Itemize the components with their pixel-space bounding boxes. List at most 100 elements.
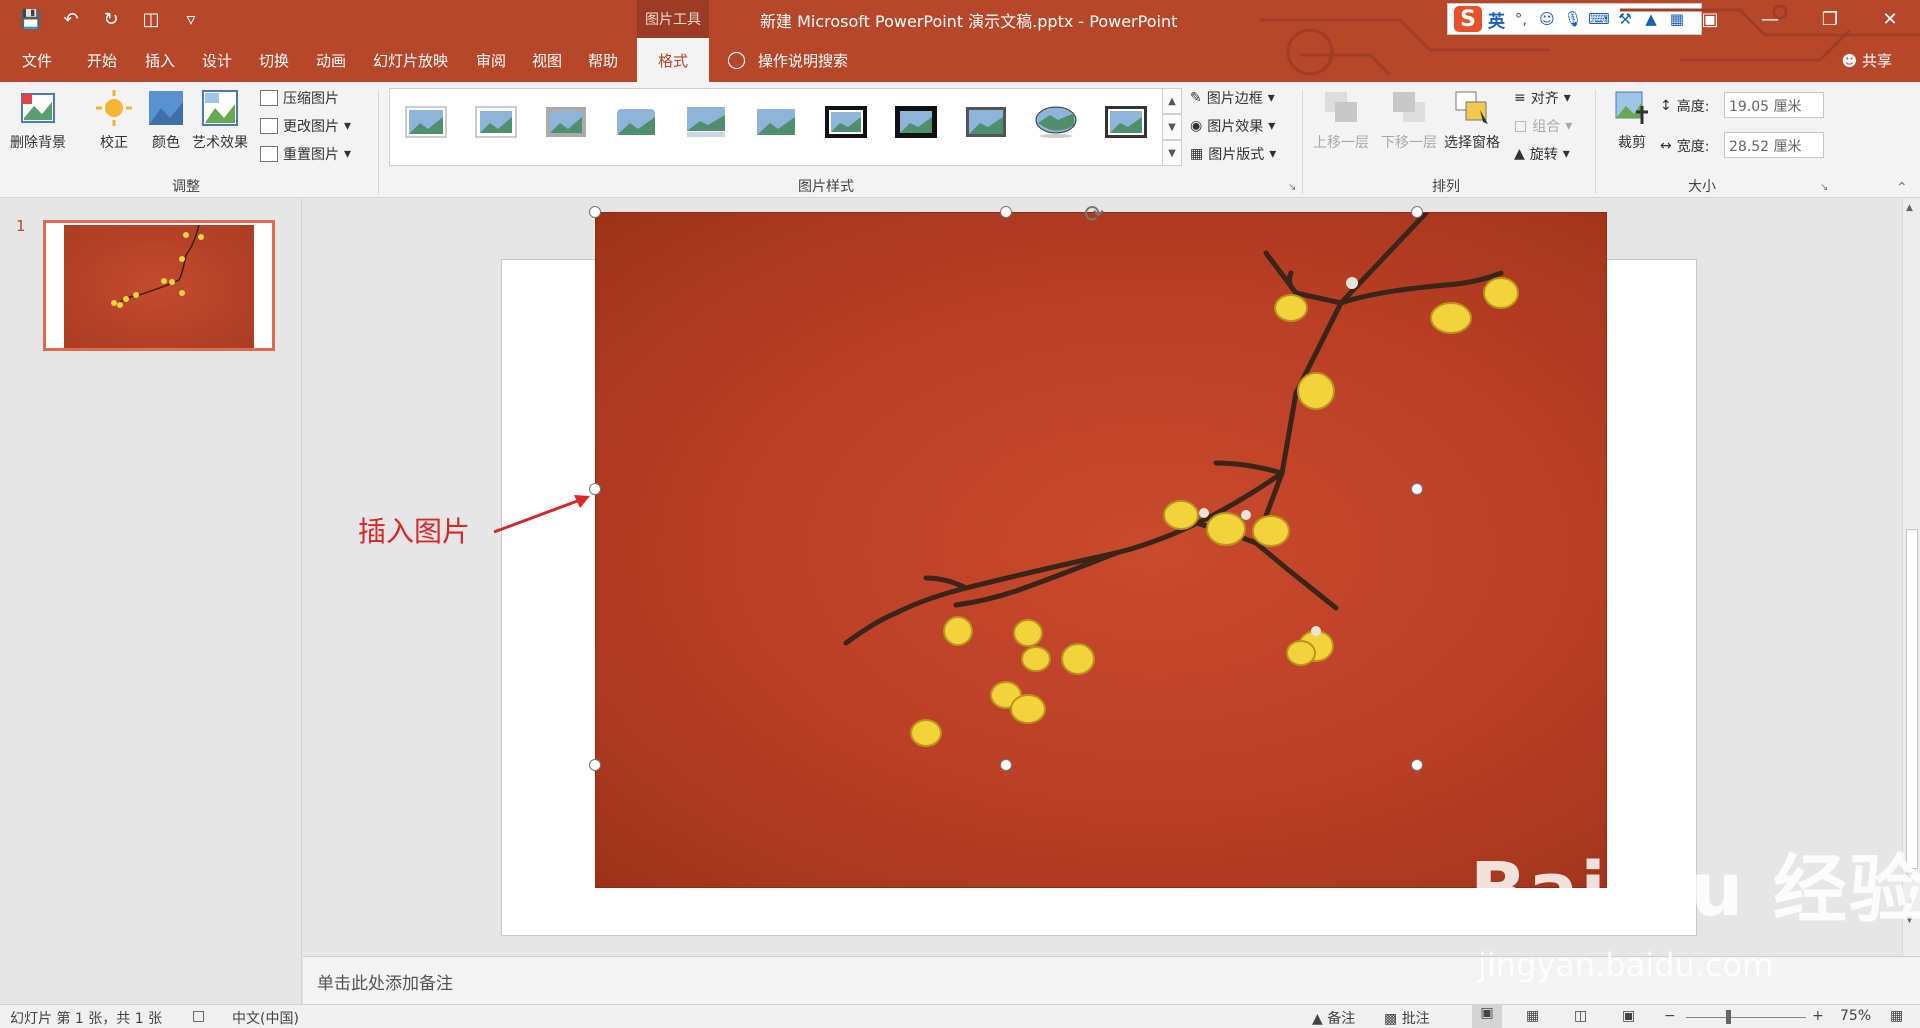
restore-icon[interactable]: ❐ [1800, 0, 1860, 38]
picture-border-button[interactable]: ✎ 图片边框 ▾ [1190, 88, 1275, 108]
scroll-up-icon[interactable]: ▲ [1906, 203, 1913, 213]
tab-slideshow[interactable]: 幻灯片放映 [373, 38, 448, 82]
tab-design[interactable]: 设计 [202, 38, 232, 82]
style-thumb-4[interactable] [614, 105, 658, 139]
ribbon-display-icon[interactable]: ▣ [1680, 0, 1740, 38]
reset-picture-icon [260, 146, 278, 162]
remove-background-button[interactable]: 删除背景 [10, 88, 66, 152]
skin-icon[interactable]: ▲ [1641, 9, 1661, 29]
zoom-out-icon[interactable]: − [1664, 1008, 1676, 1024]
bring-forward-button[interactable]: 上移一层 [1313, 88, 1369, 152]
gallery-up-icon[interactable]: ▲ [1162, 88, 1182, 114]
picture-layout-button[interactable]: ▦ 图片版式 ▾ [1190, 144, 1276, 164]
resize-handle-top[interactable] [1000, 206, 1012, 218]
color-button[interactable]: 颜色 [146, 88, 186, 152]
sogou-logo-icon[interactable]: S [1454, 6, 1482, 32]
slide-sorter-icon[interactable]: ▦ [1526, 1008, 1539, 1024]
style-thumb-3[interactable] [544, 105, 588, 139]
compress-pictures-button[interactable]: 压缩图片 [260, 88, 339, 108]
style-thumb-8[interactable] [894, 105, 938, 139]
tab-file[interactable]: 文件 [22, 38, 52, 82]
notes-toggle[interactable]: ▲ 备注 [1312, 1008, 1355, 1028]
picture-effects-button[interactable]: ◉ 图片效果 ▾ [1190, 116, 1275, 136]
style-thumb-1[interactable] [404, 105, 448, 139]
tab-help[interactable]: 帮助 [588, 38, 618, 82]
microphone-icon[interactable]: 🎙 [1563, 9, 1583, 29]
redo-icon[interactable]: ↻ [96, 6, 126, 32]
close-icon[interactable]: ✕ [1860, 0, 1920, 38]
style-thumb-10[interactable] [1034, 105, 1078, 139]
change-picture-button[interactable]: 更改图片 ▾ [260, 116, 351, 136]
compress-icon [260, 90, 278, 106]
window-controls: ▣ — ❐ ✕ [1680, 0, 1920, 38]
inserted-picture[interactable] [595, 210, 1607, 888]
crop-button[interactable]: 裁剪 [1612, 88, 1652, 152]
keyboard-icon[interactable]: ⌨ [1588, 9, 1610, 29]
normal-view-icon[interactable]: ▣ [1472, 1005, 1502, 1028]
style-thumb-5[interactable] [684, 105, 728, 139]
gallery-scroll: ▲ ▼ ▼ [1162, 88, 1182, 166]
tab-review[interactable]: 审阅 [476, 38, 506, 82]
rotate-button[interactable]: ▲ 旋转 ▾ [1514, 144, 1570, 164]
accessibility-icon[interactable]: □ [192, 1008, 205, 1024]
tab-home[interactable]: 开始 [87, 38, 117, 82]
resize-handle-top-left[interactable] [589, 206, 601, 218]
tab-transitions[interactable]: 切换 [259, 38, 289, 82]
fit-slide-icon[interactable]: ▦ [1890, 1008, 1903, 1024]
comments-toggle[interactable]: ▩ 批注 [1384, 1008, 1430, 1028]
ime-punct[interactable]: °, [1511, 9, 1531, 29]
tools-icon[interactable]: ⚒ [1615, 9, 1635, 29]
tab-view[interactable]: 视图 [532, 38, 562, 82]
picture-tools-context-label: 图片工具 [637, 0, 709, 38]
gallery-down-icon[interactable]: ▼ [1162, 114, 1182, 140]
scrollbar-thumb[interactable] [1906, 529, 1918, 869]
slideshow-start-icon[interactable]: ◫ [136, 6, 166, 32]
collapse-ribbon-icon[interactable]: ⌃ [1896, 180, 1908, 196]
send-backward-button[interactable]: 下移一层 [1381, 88, 1437, 152]
compress-label: 压缩图片 [283, 91, 339, 107]
style-thumb-6[interactable] [754, 105, 798, 139]
zoom-in-icon[interactable]: + [1812, 1008, 1824, 1024]
styles-dialog-launcher-icon[interactable]: ↘ [1288, 182, 1296, 193]
align-button[interactable]: ≡ 对齐 ▾ [1514, 88, 1571, 108]
rotate-label: 旋转 [1529, 147, 1558, 163]
emoji-icon[interactable]: ☺ [1537, 9, 1557, 29]
zoom-level[interactable]: 75% [1840, 1008, 1871, 1024]
group-button[interactable]: □ 组合 ▾ [1514, 116, 1572, 136]
style-thumb-2[interactable] [474, 105, 518, 139]
tab-format[interactable]: 格式 [637, 38, 709, 82]
selection-pane-button[interactable]: 选择窗格 [1444, 88, 1500, 152]
resize-handle-top-right[interactable] [1411, 206, 1423, 218]
tell-me-search[interactable]: ◯ 操作说明搜索 [727, 38, 848, 82]
zoom-slider[interactable] [1686, 1017, 1806, 1018]
resize-handle-bottom[interactable] [1000, 759, 1012, 771]
resize-handle-bottom-right[interactable] [1411, 759, 1423, 771]
tab-animations[interactable]: 动画 [316, 38, 346, 82]
gallery-more-icon[interactable]: ▼ [1162, 140, 1182, 166]
customize-qat-icon[interactable]: ▿ [176, 6, 206, 32]
style-thumb-11[interactable] [1104, 105, 1148, 139]
width-input[interactable]: 28.52 厘米 [1724, 132, 1824, 158]
reset-picture-button[interactable]: 重置图片 ▾ [260, 144, 351, 164]
language-status[interactable]: 中文(中国) [232, 1008, 299, 1028]
slide-thumbnail[interactable] [43, 220, 275, 351]
tab-insert[interactable]: 插入 [145, 38, 175, 82]
size-dialog-launcher-icon[interactable]: ↘ [1820, 182, 1828, 193]
zoom-slider-knob[interactable] [1726, 1010, 1731, 1024]
minimize-icon[interactable]: — [1740, 0, 1800, 38]
ime-language[interactable]: 英 [1488, 7, 1505, 32]
undo-icon[interactable]: ↶ [56, 6, 86, 32]
resize-handle-right[interactable] [1411, 483, 1423, 495]
height-input[interactable]: 19.05 厘米 [1724, 92, 1824, 118]
chevron-down-icon: ▾ [1269, 146, 1277, 162]
style-thumb-9[interactable] [964, 105, 1008, 139]
rotate-handle-icon[interactable]: ⟳ [1084, 200, 1114, 230]
save-icon[interactable]: 💾 [16, 6, 46, 32]
resize-handle-bottom-left[interactable] [589, 759, 601, 771]
style-thumb-7[interactable] [824, 105, 868, 139]
corrections-button[interactable]: 校正 [94, 88, 134, 152]
reading-view-icon[interactable]: ◫ [1574, 1008, 1587, 1024]
slideshow-view-icon[interactable]: ▣ [1622, 1008, 1635, 1024]
share-button[interactable]: ☻ 共享 [1842, 50, 1892, 71]
artistic-effects-button[interactable]: 艺术效果 [192, 88, 248, 152]
